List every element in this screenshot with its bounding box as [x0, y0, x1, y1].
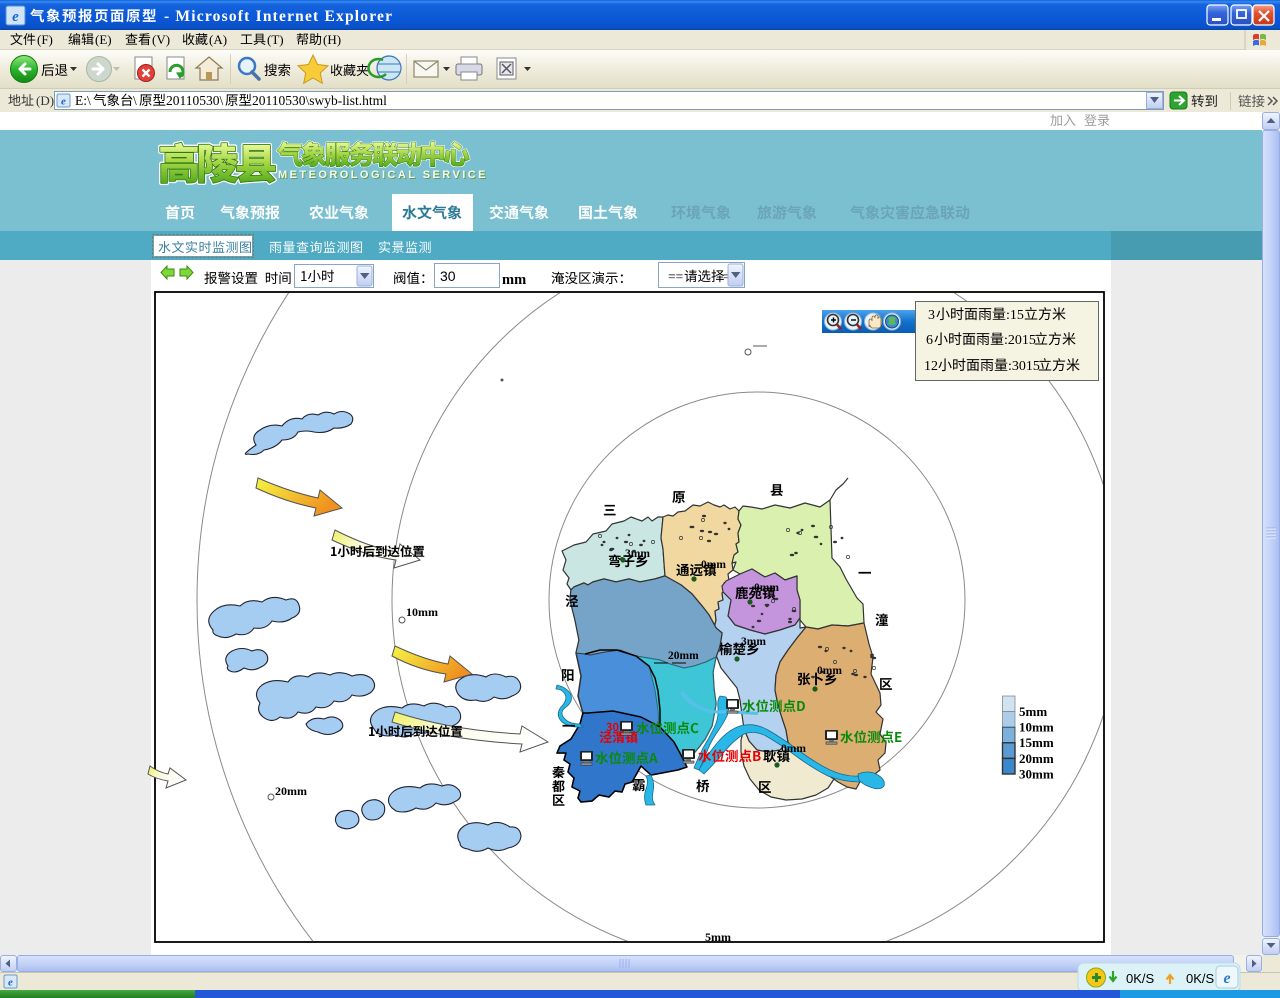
- svg-text::2015: :2015: [1004, 333, 1036, 348]
- svg-text:(D): (D): [36, 93, 54, 108]
- svg-text:0K/S: 0K/S: [1186, 971, 1215, 986]
- svg-text:METEOROLOGICAL SERVICE: METEOROLOGICAL SERVICE: [278, 169, 488, 181]
- svg-text:0K/S: 0K/S: [1126, 971, 1155, 986]
- svg-text:(H): (H): [323, 32, 341, 47]
- svg-text:(F): (F): [37, 32, 53, 47]
- svg-text:5mm: 5mm: [705, 930, 731, 944]
- svg-text:20mm: 20mm: [275, 784, 307, 798]
- svg-text:(A): (A): [209, 32, 227, 47]
- svg-text::3015: :3015: [1008, 359, 1040, 374]
- svg-text:0mm: 0mm: [701, 559, 726, 571]
- svg-text:==: ==: [668, 269, 683, 284]
- svg-text:3: 3: [928, 308, 935, 323]
- svg-text:(V): (V): [152, 32, 170, 47]
- svg-text:20110530\: 20110530\: [166, 93, 223, 108]
- svg-text:0mm: 0mm: [817, 665, 842, 677]
- svg-text:10mm: 10mm: [1019, 720, 1054, 735]
- svg-text::15: :15: [1006, 308, 1024, 323]
- svg-text:6: 6: [926, 333, 933, 348]
- svg-text:0mm: 0mm: [781, 743, 806, 755]
- svg-text:30: 30: [440, 268, 456, 284]
- svg-text:5mm: 5mm: [1019, 704, 1047, 719]
- svg-text:20110530\swyb-list.html: 20110530\swyb-list.html: [252, 93, 387, 108]
- svg-text:\: \: [133, 93, 137, 108]
- svg-text:20mm: 20mm: [668, 650, 699, 662]
- svg-text:12: 12: [924, 359, 938, 374]
- svg-text:0mm: 0mm: [754, 582, 779, 594]
- svg-text:10mm: 10mm: [406, 605, 438, 619]
- svg-text:15mm: 15mm: [1019, 735, 1054, 750]
- svg-text:(T): (T): [267, 32, 284, 47]
- svg-text:(E): (E): [95, 32, 112, 47]
- svg-text:e: e: [61, 96, 66, 108]
- svg-text:3mm: 3mm: [625, 548, 650, 560]
- svg-text:20mm: 20mm: [1019, 751, 1054, 766]
- svg-text:E:\: E:\: [75, 93, 91, 108]
- svg-text:e: e: [1223, 970, 1230, 987]
- svg-text:- Microsoft Internet Explorer: - Microsoft Internet Explorer: [164, 8, 393, 25]
- svg-text:e: e: [12, 9, 19, 25]
- svg-text:30mm: 30mm: [1019, 766, 1054, 781]
- svg-text:e: e: [8, 977, 13, 989]
- svg-text:3mm: 3mm: [741, 636, 766, 648]
- svg-text:mm: mm: [502, 272, 526, 288]
